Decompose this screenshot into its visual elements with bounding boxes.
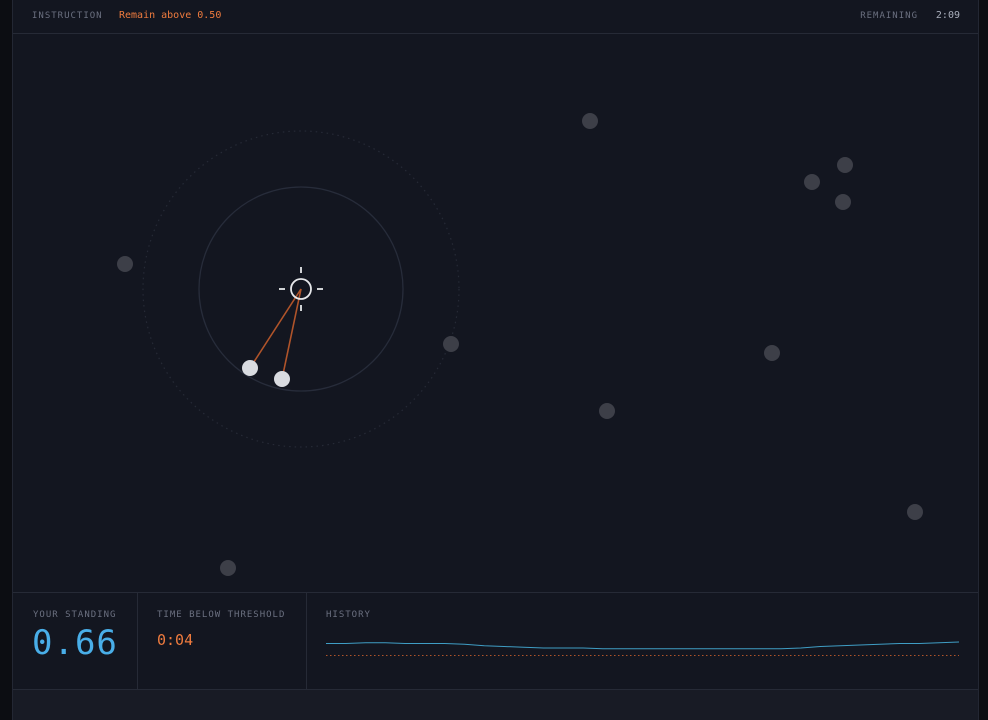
idle-node[interactable] [582, 113, 598, 129]
below-threshold-panel: TIME BELOW THRESHOLD 0:04 [138, 593, 307, 689]
history-sparkline [326, 641, 959, 656]
standing-panel: YOUR STANDING 0.66 [13, 593, 138, 689]
below-threshold-label: TIME BELOW THRESHOLD [157, 610, 286, 620]
idle-node[interactable] [599, 403, 615, 419]
history-panel: HISTORY [307, 593, 978, 689]
standing-label: YOUR STANDING [33, 610, 117, 620]
idle-node[interactable] [220, 560, 236, 576]
stats-bar: YOUR STANDING 0.66 TIME BELOW THRESHOLD … [13, 592, 978, 690]
play-field-canvas[interactable] [13, 34, 979, 592]
top-bar: INSTRUCTION Remain above 0.50 REMAINING … [13, 0, 978, 34]
linked-node[interactable] [274, 371, 290, 387]
idle-node[interactable] [764, 345, 780, 361]
idle-node[interactable] [835, 194, 851, 210]
below-threshold-value: 0:04 [157, 631, 194, 649]
instruction-text: Remain above 0.50 [119, 10, 222, 21]
footer-strip [13, 690, 978, 720]
idle-node[interactable] [907, 504, 923, 520]
idle-node[interactable] [804, 174, 820, 190]
idle-node[interactable] [443, 336, 459, 352]
instruction-label: INSTRUCTION [32, 11, 103, 21]
standing-value: 0.66 [32, 623, 118, 663]
history-label: HISTORY [326, 610, 371, 620]
history-line [326, 641, 959, 650]
idle-node[interactable] [117, 256, 133, 272]
remaining-timer: 2:09 [935, 10, 960, 21]
idle-node[interactable] [837, 157, 853, 173]
remaining-label: REMAINING [860, 11, 918, 21]
play-field[interactable] [13, 34, 979, 592]
game-frame: INSTRUCTION Remain above 0.50 REMAINING … [12, 0, 979, 720]
linked-node[interactable] [242, 360, 258, 376]
